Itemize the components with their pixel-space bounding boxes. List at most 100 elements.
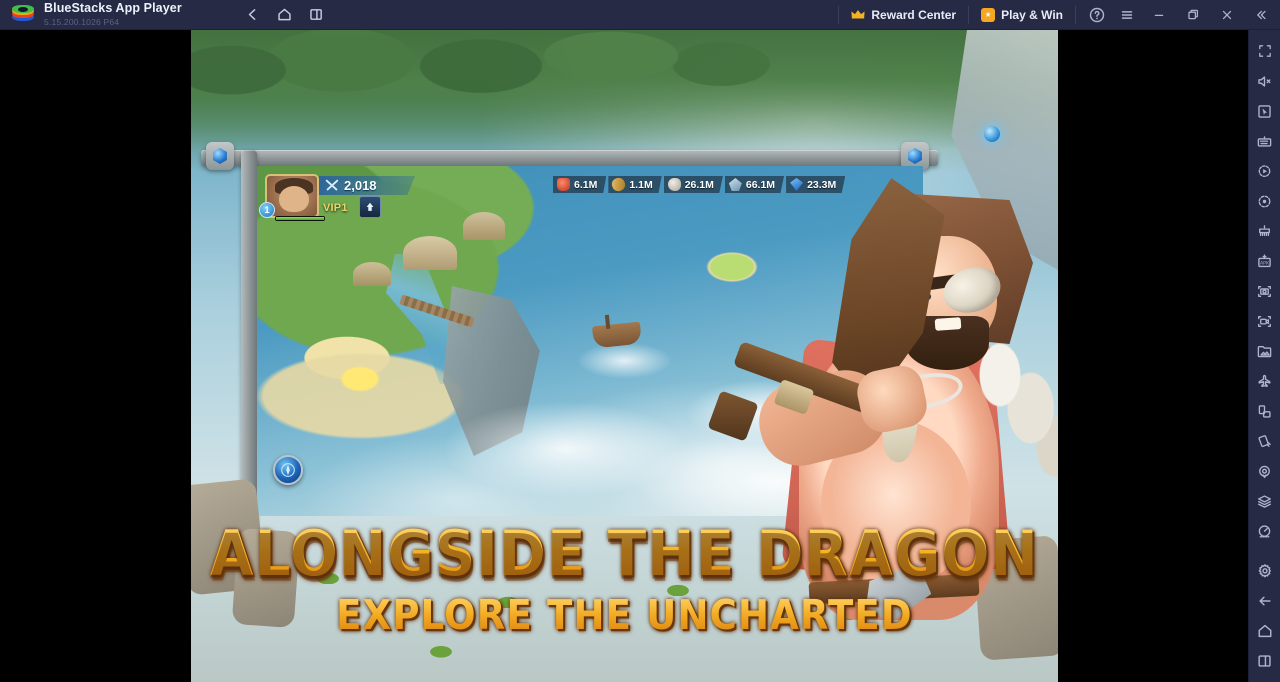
sidebar-item-media-manager[interactable] — [1250, 336, 1280, 366]
titlebar-recent-apps-button[interactable] — [302, 1, 332, 29]
sidebar-item-layers[interactable] — [1250, 486, 1280, 516]
vip-label: VIP1 — [323, 202, 348, 214]
app-title-block: BlueStacks App Player 5.15.200.1026 P64 — [44, 2, 182, 26]
background-orb — [984, 126, 1000, 142]
rotate-device-icon — [1258, 404, 1271, 418]
meat-icon — [557, 178, 570, 191]
sidebar-item-install-apk[interactable]: APK — [1250, 246, 1280, 276]
arrow-left-icon — [1258, 596, 1271, 606]
window-controls — [1142, 0, 1278, 30]
letterbox-right — [1058, 30, 1248, 682]
close-button[interactable] — [1210, 0, 1244, 30]
resource-value: 26.1M — [684, 178, 714, 191]
sidebar-item-airplane-mode[interactable] — [1250, 366, 1280, 396]
frame-top-bar — [201, 150, 938, 166]
reward-center-button[interactable]: Reward Center — [839, 0, 968, 30]
headline-line-1: ALONGSIDE THE DRAGON — [191, 523, 1058, 585]
home-icon — [1258, 624, 1271, 638]
multi-window-icon — [1257, 655, 1271, 667]
crossed-swords-icon — [325, 179, 339, 191]
reward-center-label: Reward Center — [871, 7, 957, 22]
letterbox-left — [0, 30, 191, 682]
crown-icon — [851, 9, 865, 20]
stone-icon — [667, 178, 681, 191]
headline-line-2: EXPLORE THE UNCHARTED — [191, 595, 1058, 635]
bluestacks-logo — [8, 0, 38, 30]
tools-sidebar: APK — [1248, 30, 1280, 682]
speaker-mute-icon — [1258, 75, 1271, 87]
ore-icon — [728, 178, 742, 191]
keyboard-icon — [1257, 135, 1272, 147]
sidebar-item-macro-recorder[interactable] — [1250, 156, 1280, 186]
help-button[interactable] — [1082, 1, 1112, 29]
gear-icon — [1258, 564, 1271, 578]
scene-building-2 — [463, 212, 505, 240]
sidebar-item-recent-apps[interactable] — [1250, 646, 1280, 676]
sidebar-item-rotate-screen[interactable] — [1250, 396, 1280, 426]
media-gallery-icon — [1257, 345, 1272, 357]
title-bar: BlueStacks App Player 5.15.200.1026 P64 — [0, 0, 1280, 30]
sidebar-item-script[interactable] — [1250, 186, 1280, 216]
compass-radar-icon — [281, 463, 295, 477]
airplane-icon — [1258, 374, 1271, 387]
apk-install-icon: APK — [1258, 254, 1271, 267]
sidebar-item-settings[interactable] — [1250, 556, 1280, 586]
sidebar-item-back[interactable] — [1250, 586, 1280, 616]
vip-upgrade-button[interactable] — [359, 196, 381, 218]
promo-headline: ALONGSIDE THE DRAGON EXPLORE THE UNCHART… — [191, 523, 1058, 635]
play-and-win-button[interactable]: Play & Win — [969, 0, 1075, 30]
titlebar-divider-3 — [1075, 5, 1076, 24]
minimize-button[interactable] — [1142, 0, 1176, 30]
fullscreen-icon — [1258, 45, 1271, 57]
frame-left-bar — [241, 150, 257, 522]
speedometer-icon — [1258, 524, 1271, 537]
sidebar-item-multi-instance[interactable] — [1250, 216, 1280, 246]
compass-button[interactable] — [273, 455, 303, 485]
scene-resource-node — [333, 362, 387, 396]
scene-building-3 — [353, 262, 391, 286]
star-badge-icon — [981, 7, 996, 22]
maximize-button[interactable] — [1176, 0, 1210, 30]
app-version: 5.15.200.1026 P64 — [44, 16, 120, 27]
app-title: BlueStacks App Player — [44, 1, 182, 16]
resource-chip[interactable]: 6.1M — [553, 176, 607, 193]
hamburger-menu-button[interactable] — [1112, 1, 1142, 29]
fur-shoulder — [975, 330, 1058, 480]
video-record-icon — [1258, 315, 1271, 327]
sidebar-item-fullscreen[interactable] — [1250, 36, 1280, 66]
player-power-value: 2,018 — [344, 178, 377, 193]
resource-chip[interactable]: 1.1M — [608, 176, 662, 193]
sidebar-item-performance[interactable] — [1250, 516, 1280, 546]
scene-building-1 — [403, 236, 457, 270]
layers-icon — [1258, 494, 1271, 508]
player-progress-bar — [275, 216, 325, 221]
cursor-pointer-icon — [1258, 104, 1271, 118]
sidebar-item-shake[interactable] — [1250, 426, 1280, 456]
sidebar-item-cursor-control[interactable] — [1250, 96, 1280, 126]
resource-chip[interactable]: 26.1M — [663, 176, 723, 193]
sidebar-item-home[interactable] — [1250, 616, 1280, 646]
titlebar-home-button[interactable] — [270, 1, 300, 29]
player-power-chip[interactable]: 2,018 — [319, 176, 415, 195]
sidebar-item-screenshot[interactable] — [1250, 276, 1280, 306]
collapse-sidebar-button[interactable] — [1244, 0, 1278, 30]
frame-gem-left-icon — [206, 142, 234, 170]
vip-arrow-up-icon — [366, 202, 374, 211]
camera-icon — [1258, 285, 1271, 297]
wood-icon — [610, 176, 628, 193]
macro-play-icon — [1258, 164, 1271, 177]
sidebar-item-location[interactable] — [1250, 456, 1280, 486]
titlebar-back-button[interactable] — [238, 1, 268, 29]
resource-value: 6.1M — [574, 178, 598, 191]
script-dot-icon — [1258, 195, 1271, 207]
play-and-win-label: Play & Win — [1001, 7, 1063, 22]
sidebar-item-mute[interactable] — [1250, 66, 1280, 96]
shake-device-icon — [1258, 434, 1271, 447]
resource-value: 1.1M — [629, 178, 653, 191]
game-viewport[interactable]: 1 2,018 VIP1 6.1M 1.1M 26.1M 66.1M 23.3M… — [191, 30, 1058, 682]
svg-text:APK: APK — [1260, 260, 1270, 266]
sidebar-item-keyboard-controls[interactable] — [1250, 126, 1280, 156]
location-pin-icon — [1259, 465, 1270, 478]
player-level-badge: 1 — [259, 202, 275, 218]
sidebar-item-screen-record[interactable] — [1250, 306, 1280, 336]
